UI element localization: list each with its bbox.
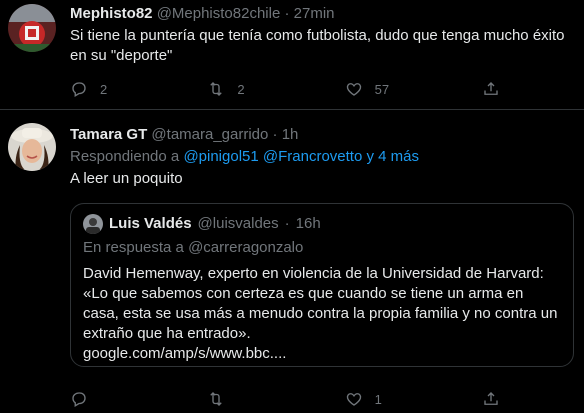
quoted-tweet[interactable]: Luis Valdés @luisvaldes · 16h En respues… — [70, 203, 574, 367]
like-button[interactable]: 1 — [345, 390, 405, 408]
in-reply-handle[interactable]: @carreragonzalo — [188, 239, 303, 256]
share-icon — [484, 82, 498, 95]
reply-button[interactable]: 2 — [70, 80, 130, 98]
reply-icon — [72, 392, 86, 407]
author-handle[interactable]: @Mephisto82chile — [157, 5, 281, 22]
retweet-count: 2 — [237, 81, 245, 97]
action-bar: 2 2 57 — [70, 80, 500, 98]
heart-icon — [346, 83, 361, 96]
mention-link[interactable]: @pinigol51 — [183, 148, 258, 165]
like-button[interactable]: 57 — [345, 80, 405, 98]
quoted-avatar[interactable] — [83, 214, 103, 234]
like-count: 1 — [374, 391, 382, 407]
author-name[interactable]: Tamara GT — [70, 126, 147, 143]
mention-link[interactable]: @Francrovetto y 4 más — [263, 148, 419, 165]
separator: · — [272, 126, 278, 143]
tweet-text: A leer un poquito — [70, 170, 183, 187]
tweet[interactable]: Mephisto82 @Mephisto82chile · 27min Si t… — [0, 0, 584, 110]
in-reply-label: En respuesta a — [83, 239, 189, 256]
tweet[interactable]: Tamara GT @tamara_garrido · 1h Respondie… — [0, 111, 584, 413]
replying-to-label: Respondiendo a — [70, 148, 184, 165]
quoted-author-name[interactable]: Luis Valdés — [109, 214, 192, 234]
share-icon — [484, 392, 498, 405]
reply-icon — [72, 82, 86, 97]
separator: · — [284, 215, 290, 232]
retweet-icon — [210, 392, 223, 406]
reply-count: 2 — [100, 81, 108, 97]
quoted-timestamp[interactable]: 16h — [296, 214, 321, 234]
quoted-tweet-text: David Hemenway, experto en violencia de … — [83, 265, 558, 362]
retweet-button[interactable] — [207, 390, 267, 408]
like-count: 57 — [374, 81, 390, 97]
replying-to: Respondiendo a @pinigol51 @Francrovetto … — [70, 147, 572, 167]
avatar[interactable] — [8, 4, 56, 52]
author-handle[interactable]: @tamara_garrido — [151, 126, 268, 143]
timestamp[interactable]: 27min — [294, 5, 335, 22]
heart-icon — [346, 393, 361, 406]
share-button[interactable] — [482, 80, 500, 98]
reply-button[interactable] — [70, 390, 130, 408]
timestamp[interactable]: 1h — [282, 126, 299, 143]
tweet-text: Si tiene la puntería que tenía como futb… — [70, 27, 565, 64]
separator: · — [284, 5, 290, 22]
quoted-author-handle[interactable]: @luisvaldes — [198, 214, 279, 234]
avatar[interactable] — [8, 123, 56, 171]
share-button[interactable] — [482, 390, 500, 408]
action-bar: 1 — [70, 390, 500, 408]
quoted-in-reply-to: En respuesta a @carreragonzalo — [83, 238, 561, 258]
retweet-icon — [210, 82, 223, 96]
retweet-button[interactable]: 2 — [207, 80, 267, 98]
author-name[interactable]: Mephisto82 — [70, 5, 153, 22]
